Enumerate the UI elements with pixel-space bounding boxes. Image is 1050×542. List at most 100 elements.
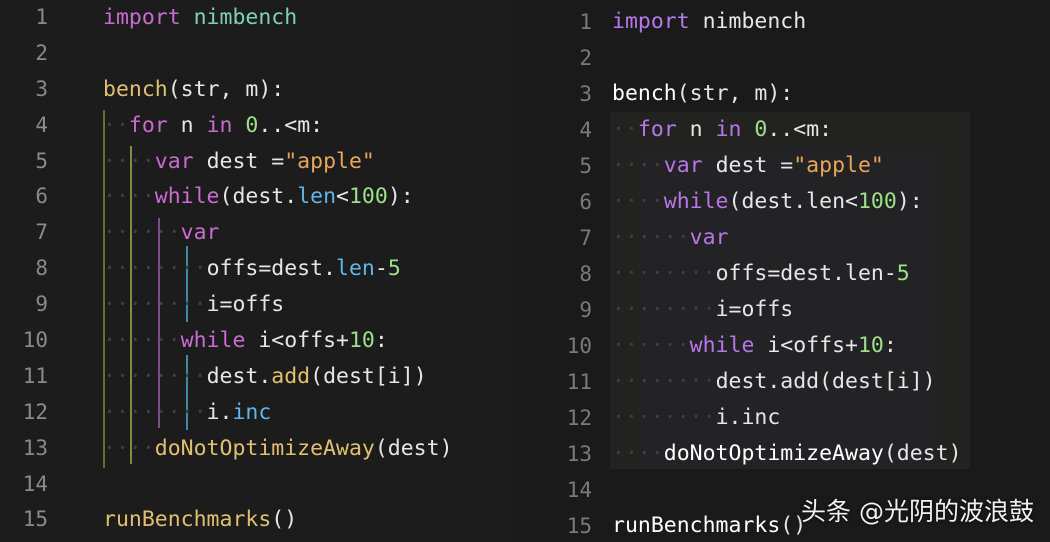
code-token: n bbox=[180, 112, 207, 138]
code-token: while bbox=[180, 328, 259, 354]
code-line: 3 bench(str, m): bbox=[512, 76, 1050, 112]
code-text: ······var bbox=[612, 220, 729, 256]
right-code-editor[interactable]: 1 import nimbench 2 3 bench(str, m): 4 ··for n… bbox=[512, 4, 1050, 542]
line-number: 15 bbox=[566, 514, 592, 538]
code-line: 6 ····while(dest.len<100): bbox=[512, 184, 1050, 220]
code-line: 15 runBenchmarks() bbox=[0, 502, 512, 538]
code-line: 4 ··for n in 0..<m: bbox=[0, 108, 512, 144]
line-number: 3 bbox=[35, 76, 48, 101]
code-text: ····while(dest.len<100): bbox=[612, 184, 923, 220]
code-text: ········i.inc bbox=[612, 400, 780, 436]
indent-whitespace: ···· bbox=[612, 189, 664, 214]
code-text: ········offs=dest.len-5 bbox=[612, 256, 910, 292]
code-text: ······var bbox=[103, 215, 220, 251]
code-token: offs=dest. bbox=[206, 256, 337, 282]
code-token: i. bbox=[206, 399, 233, 425]
code-line: 13 ····doNotOptimizeAway(dest) bbox=[0, 431, 512, 467]
code-token: ..<m: bbox=[258, 112, 324, 138]
code-token: import bbox=[612, 9, 703, 34]
line-number: 5 bbox=[579, 154, 592, 178]
indent-whitespace: ········ bbox=[103, 292, 207, 318]
code-token: (dest) bbox=[374, 435, 453, 461]
line-number: 13 bbox=[22, 435, 48, 460]
code-text: ····var dest ="apple" bbox=[103, 144, 375, 180]
indent-whitespace: ········ bbox=[612, 405, 716, 430]
line-number: 2 bbox=[35, 40, 48, 65]
line-number: 15 bbox=[22, 507, 48, 532]
line-number: 7 bbox=[35, 220, 48, 245]
code-text: ····var dest ="apple" bbox=[612, 148, 884, 184]
code-token: for bbox=[637, 117, 690, 142]
code-line: 4 ··for n in 0..<m: bbox=[512, 112, 1050, 148]
line-number: 12 bbox=[566, 406, 592, 430]
code-text: ········dest.add(dest[i]) bbox=[103, 359, 427, 395]
code-text: ······while i<offs+10: bbox=[612, 328, 897, 364]
code-text: runBenchmarks() bbox=[103, 502, 297, 538]
indent-whitespace: ········ bbox=[103, 363, 207, 389]
code-token: dest. bbox=[206, 363, 272, 389]
line-number: 10 bbox=[566, 334, 592, 358]
indent-whitespace: ······ bbox=[103, 328, 181, 354]
line-number: 5 bbox=[35, 148, 48, 173]
code-line: 9 ········i=offs bbox=[0, 287, 512, 323]
code-token: "apple" bbox=[284, 148, 375, 174]
code-token: while bbox=[154, 184, 220, 210]
line-number: 14 bbox=[22, 471, 48, 496]
indent-whitespace: ···· bbox=[103, 148, 155, 174]
code-token: var bbox=[154, 148, 207, 174]
code-token: i<offs+ bbox=[767, 333, 858, 358]
left-editor-pane: 1 import nimbench 2 3 bench(str, m): 4 ··for n… bbox=[0, 0, 512, 542]
code-token: < bbox=[336, 184, 349, 210]
code-line: 7 ······var bbox=[512, 220, 1050, 256]
code-text: import nimbench bbox=[612, 4, 806, 40]
code-token: in bbox=[715, 117, 755, 142]
code-token: doNotOptimizeAway bbox=[663, 441, 884, 466]
watermark-text: 头条 @光阴的波浪鼓 bbox=[801, 497, 1034, 526]
code-token: (dest.len< bbox=[728, 189, 858, 214]
code-token: len bbox=[297, 184, 337, 210]
code-token: runBenchmarks bbox=[103, 507, 272, 533]
indent-whitespace: ···· bbox=[612, 153, 664, 178]
code-text: runBenchmarks() bbox=[612, 508, 806, 542]
indent-whitespace: ···· bbox=[103, 184, 155, 210]
left-code-editor[interactable]: 1 import nimbench 2 3 bench(str, m): 4 ··for n… bbox=[0, 0, 512, 538]
indent-whitespace: ······ bbox=[612, 225, 690, 250]
code-line: 9 ········i=offs bbox=[512, 292, 1050, 328]
code-token: (dest. bbox=[219, 184, 298, 210]
code-token: 100 bbox=[348, 184, 388, 210]
line-number: 4 bbox=[35, 112, 48, 137]
code-token: while bbox=[663, 189, 729, 214]
code-token: add bbox=[271, 363, 311, 389]
code-token: (dest) bbox=[883, 441, 962, 466]
line-number: 13 bbox=[566, 442, 592, 466]
code-token: 5 bbox=[896, 261, 910, 286]
code-line: 8 ········offs=dest.len-5 bbox=[0, 251, 512, 287]
code-text: ········i=offs bbox=[612, 292, 793, 328]
line-number: 6 bbox=[579, 190, 592, 214]
line-number: 4 bbox=[579, 118, 592, 142]
code-token: : bbox=[883, 333, 897, 358]
code-text: bench(str, m): bbox=[103, 72, 284, 108]
right-editor-pane: 1 import nimbench 2 3 bench(str, m): 4 ··for n… bbox=[512, 0, 1050, 542]
line-number: 8 bbox=[579, 262, 592, 286]
code-line: 8 ········offs=dest.len-5 bbox=[512, 256, 1050, 292]
code-token: nimbench bbox=[702, 9, 807, 34]
code-line: 12 ········i.inc bbox=[0, 395, 512, 431]
code-token: bench bbox=[612, 81, 677, 106]
code-line: 11 ········dest.add(dest[i]) bbox=[0, 359, 512, 395]
code-token: n bbox=[689, 117, 716, 142]
code-token: dest.add(dest[i]) bbox=[715, 369, 936, 394]
code-token: while bbox=[689, 333, 768, 358]
code-text: ··for n in 0..<m: bbox=[103, 108, 323, 144]
code-text: ········dest.add(dest[i]) bbox=[612, 364, 936, 400]
line-number: 1 bbox=[35, 5, 48, 29]
code-token: 0 bbox=[245, 112, 259, 138]
code-token: () bbox=[271, 507, 298, 533]
code-line: 14 bbox=[0, 467, 512, 503]
line-number: 9 bbox=[35, 292, 48, 317]
code-token: ): bbox=[387, 184, 414, 210]
code-token: var bbox=[663, 153, 716, 178]
code-text: ····doNotOptimizeAway(dest) bbox=[612, 436, 962, 472]
code-line: 7 ······var bbox=[0, 215, 512, 251]
code-text: ········i=offs bbox=[103, 287, 284, 323]
